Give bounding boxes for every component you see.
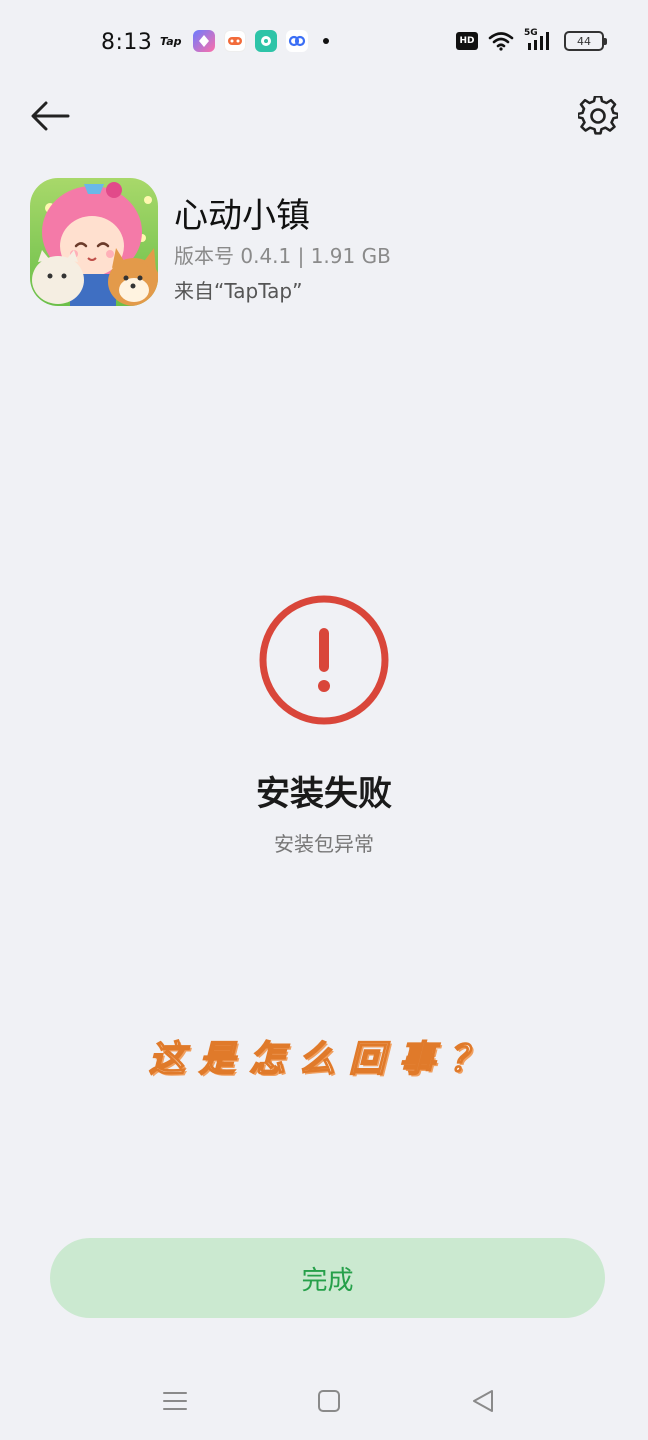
- system-back-button[interactable]: [468, 1386, 498, 1416]
- arrow-left-icon: [31, 101, 70, 131]
- notification-icons: Tap: [160, 30, 329, 52]
- more-notifications-dot: [323, 38, 329, 44]
- gear-icon: [578, 96, 618, 135]
- battery-icon: 44: [564, 31, 607, 51]
- settings-button[interactable]: [574, 92, 622, 140]
- done-button[interactable]: 完成: [50, 1238, 605, 1318]
- hd-icon: HD: [456, 32, 478, 50]
- home-button[interactable]: [314, 1386, 344, 1416]
- app-name: 心动小镇: [174, 196, 310, 236]
- signal-icon: 5G: [524, 28, 554, 52]
- recent-apps-button[interactable]: [160, 1386, 190, 1416]
- chat-notification-icon: [255, 30, 277, 52]
- system-status-icons: HD 5G 44: [456, 28, 607, 52]
- handwritten-caption: 这是怎么回事？: [148, 1038, 499, 1081]
- install-failed-reason: 安装包异常: [274, 832, 374, 856]
- triangle-back-icon: [473, 1390, 493, 1412]
- app-version-size: 版本号 0.4.1 | 1.91 GB: [174, 244, 391, 268]
- cloud-notification-icon: [286, 30, 308, 52]
- app-icon: [30, 178, 158, 306]
- home-square-icon: [318, 1390, 340, 1412]
- game-notification-icon: [224, 30, 246, 52]
- taptap-notification-icon: Tap: [160, 34, 182, 48]
- wifi-icon: [488, 32, 514, 51]
- back-button[interactable]: [26, 92, 74, 140]
- app-source: 来自“TapTap”: [174, 279, 303, 303]
- menu-icon: [163, 1392, 187, 1410]
- install-failed-title: 安装失败: [256, 774, 392, 814]
- status-bar: 8:13 Tap HD 5G 44: [0, 0, 648, 86]
- exclamation-circle-icon: [258, 594, 390, 726]
- app-notification-icon: [193, 30, 215, 52]
- system-nav-bar: [0, 1372, 648, 1430]
- status-time: 8:13: [101, 30, 153, 55]
